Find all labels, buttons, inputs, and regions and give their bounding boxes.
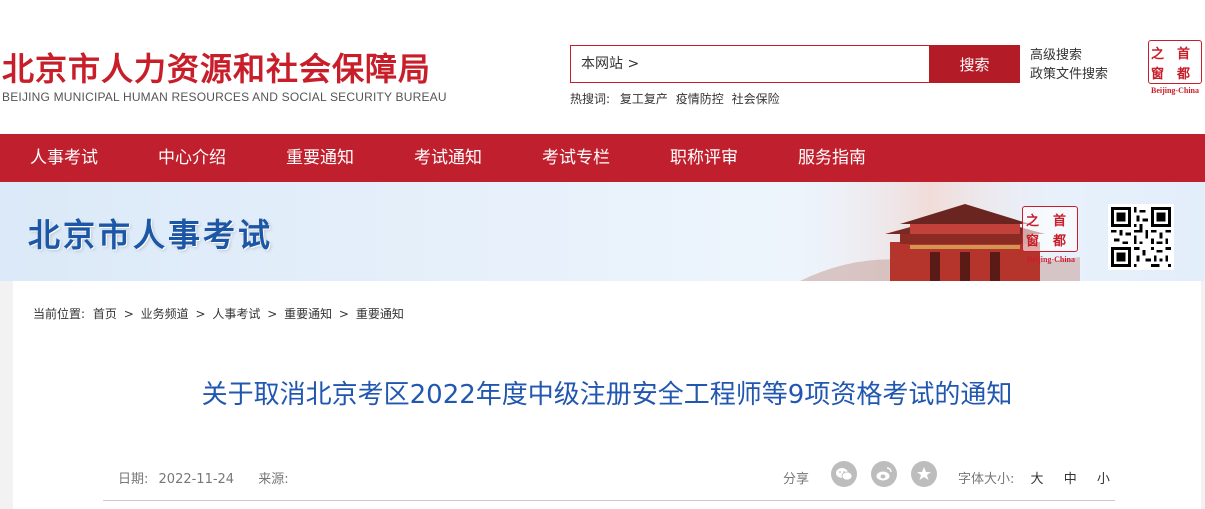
article-panel: 当前位置: 首页 > 业务频道 > 人事考试 > 重要通知 > 重要通知 关于取… xyxy=(13,281,1201,509)
breadcrumb-home[interactable]: 首页 xyxy=(93,307,117,321)
breadcrumb-separator: > xyxy=(338,307,349,321)
source-label: 来源: xyxy=(258,472,289,487)
breadcrumb-separator: > xyxy=(195,307,206,321)
logo-char: 之 xyxy=(1026,214,1040,229)
breadcrumb: 当前位置: 首页 > 业务频道 > 人事考试 > 重要通知 > 重要通知 xyxy=(33,305,404,322)
article-title: 关于取消北京考区2022年度中级注册安全工程师等9项资格考试的通知 xyxy=(201,380,1013,410)
hot-keyword[interactable]: 社会保险 xyxy=(732,92,780,106)
hot-keyword[interactable]: 复工复产 xyxy=(620,92,668,106)
banner-title: 北京市人事考试 xyxy=(28,216,274,254)
breadcrumb-business[interactable]: 业务频道 xyxy=(141,307,189,321)
favorite-icon[interactable] xyxy=(911,461,937,487)
logo-char: 窗 xyxy=(1151,67,1165,82)
font-size-label: 字体大小: xyxy=(958,472,1015,487)
breadcrumb-notices-current[interactable]: 重要通知 xyxy=(356,307,404,321)
breadcrumb-notices[interactable]: 重要通知 xyxy=(284,307,332,321)
beijing-logo[interactable]: 之 首 窗 都 Beijing-China xyxy=(1148,40,1202,98)
hot-keyword[interactable]: 疫情防控 xyxy=(676,92,724,106)
share-label: 分享 xyxy=(783,472,810,487)
font-size-large-button[interactable]: 大 xyxy=(1031,472,1044,487)
advanced-search-link[interactable]: 高级搜索 xyxy=(1030,46,1108,65)
logo-char: 都 xyxy=(1177,67,1191,82)
nav-item-about[interactable]: 中心介绍 xyxy=(158,134,226,182)
weibo-icon[interactable] xyxy=(871,461,897,487)
date-label: 日期: xyxy=(118,472,149,487)
nav-item-title-review[interactable]: 职称评审 xyxy=(670,134,738,182)
font-size-controls: 字体大小: 大 中 小 xyxy=(958,468,1110,487)
logo-char: 首 xyxy=(1177,47,1191,62)
logo-char: 窗 xyxy=(1026,234,1040,249)
search-input[interactable] xyxy=(571,46,929,82)
nav-item-notices[interactable]: 重要通知 xyxy=(286,134,354,182)
nav-item-exam-notices[interactable]: 考试通知 xyxy=(414,134,482,182)
hot-search-label: 热搜词: xyxy=(570,92,611,106)
logo-char: 都 xyxy=(1053,234,1067,249)
search-links: 高级搜索 政策文件搜索 xyxy=(1030,46,1108,84)
breadcrumb-separator: > xyxy=(267,307,278,321)
logo-char: 首 xyxy=(1053,214,1067,229)
site-header: 北京市人力资源和社会保障局 BEIJING MUNICIPAL HUMAN RE… xyxy=(0,0,1205,134)
banner-beijing-logo: 之 首 窗 都 Beijing-China xyxy=(1020,206,1082,264)
qr-code-icon xyxy=(1108,204,1174,270)
nav-item-service-guide[interactable]: 服务指南 xyxy=(798,134,866,182)
nav-item-exam[interactable]: 人事考试 xyxy=(30,134,98,182)
font-size-medium-button[interactable]: 中 xyxy=(1064,472,1077,487)
policy-search-link[interactable]: 政策文件搜索 xyxy=(1030,65,1108,84)
content-area: 当前位置: 首页 > 业务频道 > 人事考试 > 重要通知 > 重要通知 关于取… xyxy=(0,281,1205,509)
wechat-icon[interactable] xyxy=(831,461,857,487)
logo-caption: Beijing-China xyxy=(1026,255,1075,264)
nav-item-exam-column[interactable]: 考试专栏 xyxy=(542,134,610,182)
breadcrumb-exam[interactable]: 人事考试 xyxy=(212,307,260,321)
breadcrumb-label: 当前位置: xyxy=(33,307,86,321)
hot-search: 热搜词: 复工复产 疫情防控 社会保险 xyxy=(570,90,780,107)
search-button[interactable]: 搜索 xyxy=(929,45,1020,83)
article-date: 2022-11-24 xyxy=(158,472,235,487)
site-title[interactable]: 北京市人力资源和社会保障局 xyxy=(2,44,431,90)
divider xyxy=(103,500,1115,501)
site-subtitle: BEIJING MUNICIPAL HUMAN RESOURCES AND SO… xyxy=(2,90,447,104)
font-size-small-button[interactable]: 小 xyxy=(1097,472,1110,487)
main-nav: 人事考试 中心介绍 重要通知 考试通知 考试专栏 职称评审 服务指南 xyxy=(0,134,1205,182)
article-meta: 日期: 2022-11-24 来源: xyxy=(118,468,289,487)
banner: 北京市人事考试 之 首 窗 都 Beijing-China xyxy=(0,182,1205,281)
logo-char: 之 xyxy=(1151,47,1165,62)
breadcrumb-separator: > xyxy=(123,307,134,321)
search-bar: 搜索 xyxy=(570,45,1020,83)
logo-caption: Beijing-China xyxy=(1150,86,1199,95)
